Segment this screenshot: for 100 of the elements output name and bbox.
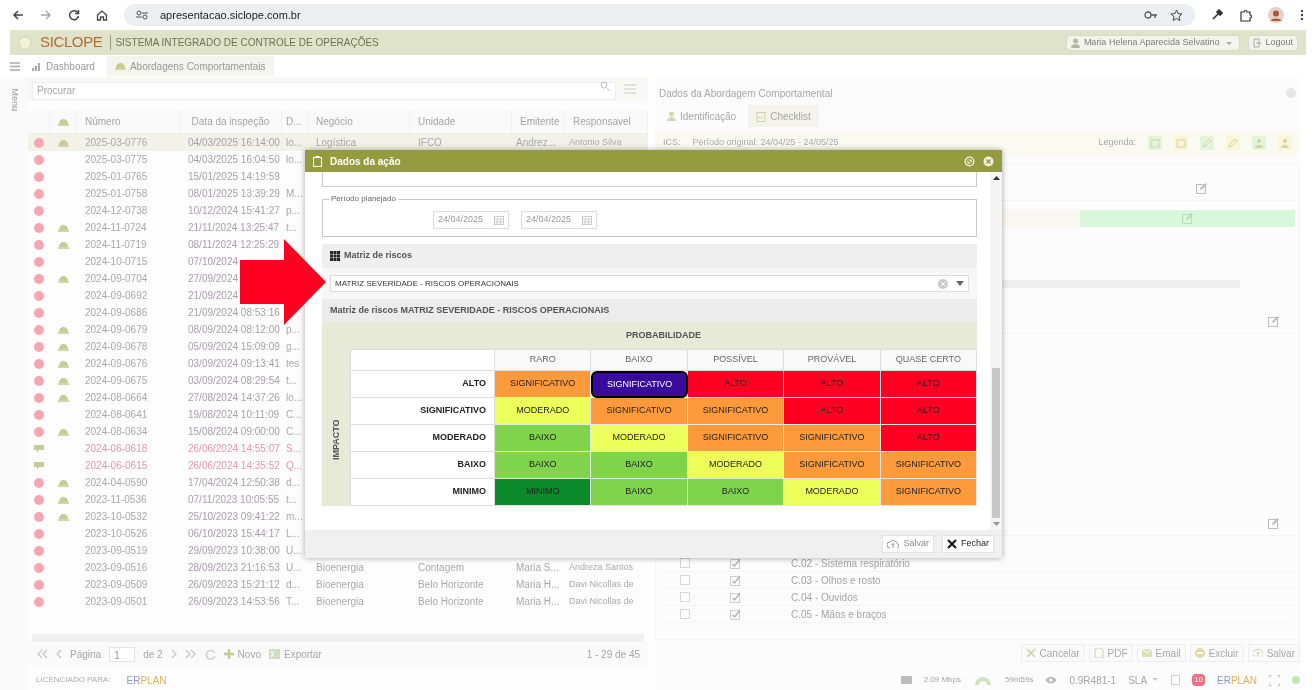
column-header: QUASE CERTO xyxy=(880,350,977,371)
table-cell-text: 2025-01-0758 xyxy=(84,187,149,201)
table-cell-text: Antonio Silva xyxy=(568,135,623,149)
system-title: SISTEMA INTEGRADO DE CONTROLE DE OPERAÇÕES xyxy=(110,35,379,50)
table-cell-text: 03/09/2024 09:13:41 xyxy=(187,357,281,371)
table-cell-text: 2023-09-0501 xyxy=(84,595,149,609)
logo-text: SICLOPE xyxy=(40,32,103,53)
table-cell-text: 2024-06-0618 xyxy=(84,442,149,456)
version-text: 0.9R481-1 xyxy=(1069,673,1117,688)
ics-label: ICS: xyxy=(663,136,681,150)
table-cell-text: 26/09/2023 15:21:12 xyxy=(187,578,281,592)
page-count: de 2 xyxy=(143,647,163,662)
table-cell-text: 10/12/2024 15:41:27 xyxy=(187,204,281,218)
table-cell-text: 2024-08-0634 xyxy=(84,425,149,439)
table-cell-text: g... xyxy=(285,340,301,354)
brand-logo: ERPLAN xyxy=(126,673,167,688)
table-cell-text: U... xyxy=(285,544,303,558)
table-cell-text: 19/08/2024 10:11:09 xyxy=(187,408,280,422)
table-cell-text: lo... xyxy=(285,153,304,167)
table-cell-text: 08/09/2024 08:12:00 xyxy=(187,323,281,337)
table-cell-text: 21/09/2024 08:53:16 xyxy=(187,306,281,320)
table-cell-text: 26/09/2023 14:53:56 xyxy=(187,595,281,609)
table-cell-text: 2024-09-0704 xyxy=(84,272,149,286)
period-text: Período original: 24/04/25 - 24/05/25 xyxy=(692,136,839,150)
table-cell-text: t... xyxy=(285,374,299,388)
session-timer: 59m59s xyxy=(1005,674,1034,686)
table-cell-text: 29/09/2023 10:38:00 xyxy=(187,544,281,558)
column-header: PROVÁVEL xyxy=(784,350,881,371)
table-cell-text: M... xyxy=(285,187,304,201)
table-cell-text: 2024-08-0664 xyxy=(84,391,149,405)
table-cell-text: t... xyxy=(285,221,299,235)
table-cell-text: 2023-10-0526 xyxy=(84,527,149,541)
checklist-item: C.04 - Ouvidos xyxy=(791,590,858,605)
table-cell-text: 26/06/2024 14:55:07 xyxy=(187,442,281,456)
table-cell-text: p... xyxy=(285,323,301,337)
axis-label: IMPACTO xyxy=(329,418,342,460)
table-cell-text: Davi Nicollas de xyxy=(568,594,635,608)
dialog-title: Dados da ação xyxy=(330,154,402,169)
table-cell-text: 15/01/2025 14:19:59 xyxy=(187,170,281,184)
page-label: Página xyxy=(70,647,102,662)
table-cell-text: Maria S... xyxy=(515,561,560,575)
table-cell-text: d... xyxy=(285,578,301,592)
table-cell-text: 2025-03-0775 xyxy=(84,153,149,167)
axis-label: PROBABILIDADE xyxy=(625,328,702,342)
matrix-heading: Matriz de riscos MATRIZ SEVERIDADE - RISCOS OPERACIONAIS xyxy=(322,299,977,322)
table-cell-text: Andreza Santos xyxy=(568,560,635,574)
table-cell-text: Bioenergia xyxy=(315,578,365,592)
table-cell-text: p... xyxy=(285,204,301,218)
column-header: RARO xyxy=(495,350,592,371)
table-cell-text: 2024-09-0686 xyxy=(84,306,149,320)
table-cell-text: 28/09/2023 21:16:53 xyxy=(187,561,281,575)
table-cell-text: 2024-10-0715 xyxy=(84,255,149,269)
table-cell-text: U... xyxy=(285,561,303,575)
table-cell-text: 27/08/2024 14:37:26 xyxy=(187,391,281,405)
brand-logo: ERPLAN xyxy=(1216,673,1257,688)
table-cell-text: 2024-04-0590 xyxy=(84,476,149,490)
table-cell-text: IFCO xyxy=(417,136,443,150)
table-cell-text: 2025-03-0776 xyxy=(84,136,149,150)
table-cell-text: d... xyxy=(285,476,301,490)
table-cell-text: 08/11/2024 12:25:29 xyxy=(187,238,280,252)
table-cell-text: 08/01/2025 13:39:29 xyxy=(187,187,281,201)
table-cell-text: Logística xyxy=(315,136,358,150)
table-cell-text: 2024-06-0615 xyxy=(84,459,149,473)
table-cell-text: lo... xyxy=(285,391,304,405)
table-cell-text: C... xyxy=(285,408,303,422)
table-cell-text: 2024-09-0678 xyxy=(84,340,149,354)
table-cell-text: 05/09/2024 15:09:09 xyxy=(187,340,281,354)
network-speed: 2.09 Mbps xyxy=(923,674,961,686)
table-cell-text: 21/11/2024 13:25:47 xyxy=(187,221,280,235)
table-cell-text: 2023-10-0532 xyxy=(84,510,149,524)
checklist-item: C.03 - Olhos e rosto xyxy=(791,573,881,588)
table-cell-text: Maria H... xyxy=(515,595,561,609)
table-cell-text: 27/09/2024 xyxy=(187,272,240,286)
panel-title: Dados da Abordagem Comportamental xyxy=(659,86,834,101)
table-cell-text: 2024-08-0641 xyxy=(84,408,149,422)
legend-label: Legenda: xyxy=(1098,136,1136,150)
checklist-item: C.02 - Sistema respiratório xyxy=(791,556,910,571)
table-cell-text: Belo Horizonte xyxy=(417,595,485,609)
table-cell-text: 04/03/2025 16:14:00 xyxy=(187,136,281,150)
table-cell-text: L... xyxy=(285,527,301,541)
license-label: LICENCIADO PARA: xyxy=(36,674,111,686)
table-cell-text: 2025-01-0765 xyxy=(84,170,149,184)
table-cell-text: 2023-09-0509 xyxy=(84,578,149,592)
table-cell-text: 03/09/2024 08:29:54 xyxy=(187,374,281,388)
table-cell-text: C... xyxy=(285,425,303,439)
table-cell-text: 04/03/2025 16:04:50 xyxy=(187,153,281,167)
table-cell-text: 2023-09-0519 xyxy=(84,544,149,558)
table-cell-text: Belo Horizonte xyxy=(417,578,485,592)
table-cell-text: 07/10/2024 xyxy=(187,255,240,269)
table-cell-text: Andrez... xyxy=(515,136,558,150)
table-cell-text: lo... xyxy=(285,136,304,150)
table-cell-text: 15/08/2024 09:00:00 xyxy=(187,425,281,439)
table-cell-text: 2024-09-0676 xyxy=(84,357,149,371)
table-cell-text: 2024-12-0738 xyxy=(84,204,149,218)
table-cell-text: Davi Nicollas de xyxy=(568,577,635,591)
table-cell-text: 2023-11-0536 xyxy=(84,493,148,507)
url-text: apresentacao.siclope.com.br xyxy=(160,7,301,23)
table-cell-text: 2024-11-0719 xyxy=(84,238,148,252)
table-cell-text: Q... xyxy=(285,459,304,473)
table-cell-text: tes xyxy=(285,357,301,371)
